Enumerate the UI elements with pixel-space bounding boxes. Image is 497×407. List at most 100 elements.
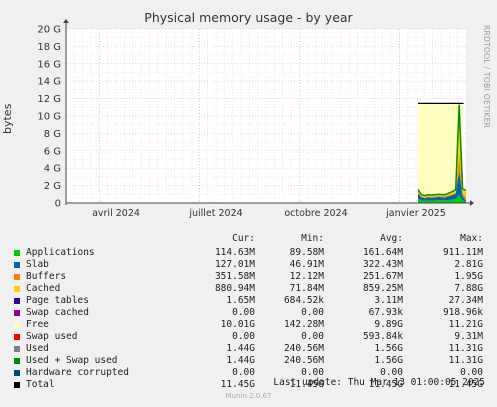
legend-value-avg: 593.84k bbox=[362, 331, 403, 342]
legend-value-min: 240.56M bbox=[283, 355, 324, 366]
legend-series-name: Cached bbox=[26, 283, 61, 294]
legend-value-avg: 3.11M bbox=[374, 295, 403, 306]
legend-value-min: 89.58M bbox=[289, 247, 324, 258]
y-tick-label: 12 G bbox=[37, 94, 61, 105]
legend-series-name: Used bbox=[26, 343, 49, 354]
legend-row: Used + Swap used 1.44G 240.56M 1.56G 11.31G bbox=[0, 355, 497, 367]
y-tick-label: 6 G bbox=[44, 146, 61, 157]
legend-value-cur: 11.45G bbox=[220, 379, 255, 390]
legend-value-max: 11.21G bbox=[448, 319, 483, 330]
legend-column-header: Min: bbox=[301, 233, 324, 244]
legend-value-max: 11.31G bbox=[448, 355, 483, 366]
y-tick-label: 2 G bbox=[44, 181, 61, 192]
legend-value-max: 911.11M bbox=[442, 247, 483, 258]
legend-row: Page tables 1.65M 684.52k 3.11M 27.34M bbox=[0, 295, 497, 307]
legend-swatch bbox=[14, 298, 20, 304]
y-tick-label: 14 G bbox=[37, 77, 61, 88]
legend-value-avg: 1.56G bbox=[374, 343, 403, 354]
legend-value-min: 0.00 bbox=[301, 307, 324, 318]
legend-value-cur: 10.01G bbox=[220, 319, 255, 330]
legend-value-cur: 0.00 bbox=[232, 367, 255, 378]
y-tick-label: 8 G bbox=[44, 129, 61, 140]
legend-swatch bbox=[14, 250, 20, 256]
legend-swatch bbox=[14, 382, 20, 388]
x-tick-label: octobre 2024 bbox=[284, 208, 347, 219]
legend-value-max: 27.34M bbox=[448, 295, 483, 306]
legend-value-cur: 351.58M bbox=[214, 271, 255, 282]
legend-value-cur: 0.00 bbox=[232, 307, 255, 318]
legend-value-max: 9.31M bbox=[454, 331, 483, 342]
legend-series-name: Total bbox=[26, 379, 55, 390]
legend-value-min: 142.28M bbox=[283, 319, 324, 330]
legend-value-cur: 1.44G bbox=[226, 343, 255, 354]
legend-swatch bbox=[14, 286, 20, 292]
legend-value-avg: 859.25M bbox=[362, 283, 403, 294]
legend-swatch bbox=[14, 322, 20, 328]
legend-value-avg: 9.89G bbox=[374, 319, 403, 330]
legend-swatch bbox=[14, 346, 20, 352]
legend-value-min: 0.00 bbox=[301, 331, 324, 342]
legend-row: Applications 114.63M 89.58M 161.64M 911.11M bbox=[0, 247, 497, 259]
legend-series-name: Page tables bbox=[26, 295, 89, 306]
last-update: Last update: Thu Mar 13 01:00:05 2025 bbox=[273, 377, 485, 388]
y-tick-label: 16 G bbox=[37, 59, 61, 70]
legend-value-min: 12.12M bbox=[289, 271, 324, 282]
legend-value-avg: 161.64M bbox=[362, 247, 403, 258]
legend-value-cur: 880.94M bbox=[214, 283, 255, 294]
legend-value-min: 684.52k bbox=[283, 295, 324, 306]
legend-row: Free 10.01G 142.28M 9.89G 11.21G bbox=[0, 319, 497, 331]
legend-swatch bbox=[14, 370, 20, 376]
legend-value-cur: 1.65M bbox=[226, 295, 255, 306]
legend-header: Cur: Min: Avg: Max: bbox=[0, 233, 497, 245]
legend-value-avg: 67.93k bbox=[368, 307, 403, 318]
munin-graph: Physical memory usage - by year bytes RR… bbox=[0, 0, 497, 407]
x-tick-label: avril 2024 bbox=[92, 208, 140, 219]
legend-row: Swap cached 0.00 0.00 67.93k 918.96k bbox=[0, 307, 497, 319]
legend-column-header: Cur: bbox=[232, 233, 255, 244]
legend-value-cur: 127.01M bbox=[214, 259, 255, 270]
legend-value-max: 1.95G bbox=[454, 271, 483, 282]
legend-row: Used 1.44G 240.56M 1.56G 11.31G bbox=[0, 343, 497, 355]
legend-series-name: Swap cached bbox=[26, 307, 89, 318]
y-tick-label: 4 G bbox=[44, 164, 61, 175]
legend-series-name: Buffers bbox=[26, 271, 67, 282]
legend-value-avg: 322.43M bbox=[362, 259, 403, 270]
legend-value-max: 11.31G bbox=[448, 343, 483, 354]
legend-value-max: 918.96k bbox=[442, 307, 483, 318]
legend-column-header: Max: bbox=[460, 233, 483, 244]
y-tick-label: 20 G bbox=[37, 25, 61, 36]
legend-swatch bbox=[14, 310, 20, 316]
legend-value-cur: 1.44G bbox=[226, 355, 255, 366]
y-tick-label: 18 G bbox=[37, 42, 61, 53]
y-axis-arrow bbox=[63, 19, 69, 23]
legend-swatch bbox=[14, 334, 20, 340]
x-tick-label: janvier 2025 bbox=[385, 208, 446, 219]
legend-value-avg: 1.56G bbox=[374, 355, 403, 366]
legend-value-min: 240.56M bbox=[283, 343, 324, 354]
legend-swatch bbox=[14, 274, 20, 280]
legend-row: Slab 127.01M 46.91M 322.43M 2.81G bbox=[0, 259, 497, 271]
legend-column-header: Avg: bbox=[380, 233, 403, 244]
chart-plot: 0 2 G 4 G 6 G 8 G 10 G 12 G 14 G 16 G 18 G 20 G avr… bbox=[37, 19, 474, 219]
legend-row: Buffers 351.58M 12.12M 251.67M 1.95G bbox=[0, 271, 497, 283]
legend-row: Swap used 0.00 0.00 593.84k 9.31M bbox=[0, 331, 497, 343]
legend-series-name: Hardware corrupted bbox=[26, 367, 129, 378]
legend-row: Cached 880.94M 71.84M 859.25M 7.88G bbox=[0, 283, 497, 295]
y-tick-label: 10 G bbox=[37, 112, 61, 123]
legend-series-name: Swap used bbox=[26, 331, 78, 342]
legend-value-cur: 114.63M bbox=[214, 247, 255, 258]
legend-series-name: Applications bbox=[26, 247, 95, 258]
legend-swatch bbox=[14, 262, 20, 268]
y-tick-label: 0 bbox=[55, 199, 61, 210]
legend-value-max: 2.81G bbox=[454, 259, 483, 270]
legend-series-name: Free bbox=[26, 319, 49, 330]
legend-series-name: Used + Swap used bbox=[26, 355, 118, 366]
legend-series-name: Slab bbox=[26, 259, 49, 270]
generator-label: Munin 2.0.67 bbox=[225, 392, 272, 400]
legend-value-max: 7.88G bbox=[454, 283, 483, 294]
legend-value-avg: 251.67M bbox=[362, 271, 403, 282]
x-tick-label: juillet 2024 bbox=[188, 208, 242, 219]
legend-value-min: 46.91M bbox=[289, 259, 324, 270]
legend-value-cur: 0.00 bbox=[232, 331, 255, 342]
x-axis-arrow bbox=[470, 200, 474, 206]
